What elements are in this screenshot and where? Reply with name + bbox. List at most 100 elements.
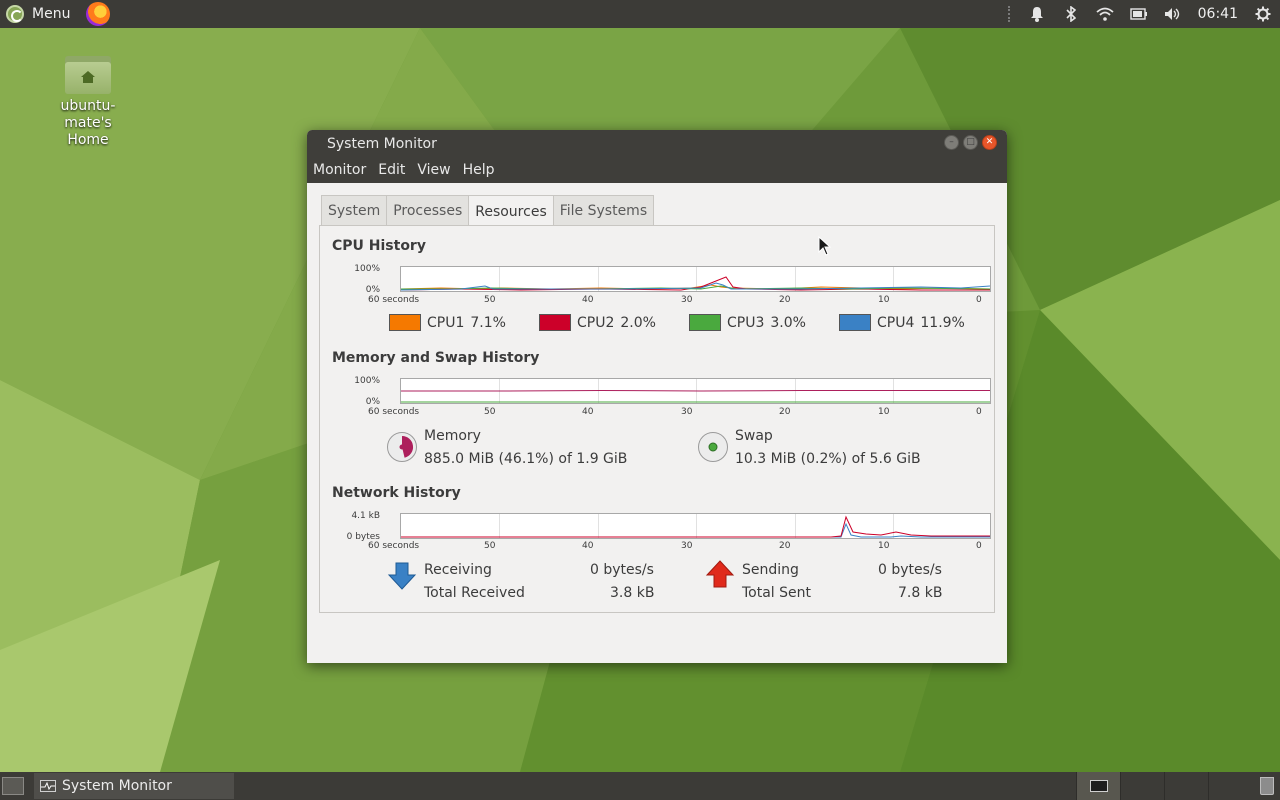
tab-system[interactable]: System xyxy=(321,195,388,226)
workspace-2[interactable] xyxy=(1120,772,1164,800)
firefox-icon[interactable] xyxy=(86,2,111,26)
cpu2-legend: CPU2 2.0% xyxy=(539,314,656,331)
cpu-x-label-50: 50 xyxy=(484,295,496,305)
cpu4-color-swatch[interactable] xyxy=(839,314,871,331)
memory-y-top-label: 100% xyxy=(354,376,380,386)
menu-view[interactable]: View xyxy=(411,162,456,178)
cpu3-value: 3.0% xyxy=(770,314,806,331)
network-x-label-50: 50 xyxy=(484,541,496,551)
menu-edit[interactable]: Edit xyxy=(372,162,411,178)
network-x-label-0: 0 xyxy=(976,541,982,551)
cpu3-name: CPU3 xyxy=(727,314,765,331)
memory-x-label-60: 60 seconds xyxy=(368,407,420,417)
maximize-button[interactable]: □ xyxy=(963,135,978,150)
memory-y-bottom-label: 0% xyxy=(365,397,380,407)
memory-pie-icon[interactable] xyxy=(387,432,417,462)
memory-value: 885.0 MiB (46.1%) of 1.9 GiB xyxy=(424,451,628,467)
resources-panel: CPU History 100% 0% 60 seconds 50 40 30 … xyxy=(319,225,995,613)
tab-processes[interactable]: Processes xyxy=(386,195,470,226)
workspace-4[interactable] xyxy=(1208,772,1252,800)
network-y-top-label: 4.1 kB xyxy=(351,511,380,521)
cpu2-color-swatch[interactable] xyxy=(539,314,571,331)
cpu1-value: 7.1% xyxy=(470,314,506,331)
clock[interactable]: 06:41 xyxy=(1190,6,1246,22)
workspace-1[interactable] xyxy=(1076,772,1120,800)
tab-resources[interactable]: Resources xyxy=(468,195,554,227)
sending-value: 0 bytes/s xyxy=(878,562,942,578)
cpu-x-label-20: 20 xyxy=(779,295,791,305)
close-button[interactable]: ✕ xyxy=(982,135,997,150)
window-titlebar[interactable]: System Monitor – □ ✕ xyxy=(307,130,1007,157)
cpu-history-title: CPU History xyxy=(332,238,426,254)
workspace-window-thumbnail xyxy=(1089,780,1108,792)
cpu3-legend: CPU3 3.0% xyxy=(689,314,806,331)
battery-icon[interactable] xyxy=(1122,0,1156,28)
receiving-value: 0 bytes/s xyxy=(590,562,654,578)
window-title: System Monitor xyxy=(327,135,437,152)
bluetooth-icon[interactable] xyxy=(1054,0,1088,28)
cpu3-color-swatch[interactable] xyxy=(689,314,721,331)
sending-label: Sending xyxy=(742,562,799,578)
tab-file-systems[interactable]: File Systems xyxy=(552,195,655,226)
memory-label: Memory xyxy=(424,428,481,444)
receiving-label: Receiving xyxy=(424,562,492,578)
home-folder-icon xyxy=(65,56,111,94)
memory-x-label-0: 0 xyxy=(976,407,982,417)
network-x-label-40: 40 xyxy=(582,541,594,551)
cpu-x-label-60: 60 seconds xyxy=(368,295,420,305)
download-arrow-icon[interactable] xyxy=(387,561,417,591)
menu-label: Menu xyxy=(32,6,71,22)
menu-monitor[interactable]: Monitor xyxy=(307,162,372,178)
system-monitor-app-icon xyxy=(40,780,56,792)
network-history-graph xyxy=(400,513,991,539)
total-received-value: 3.8 kB xyxy=(610,585,655,601)
tray-separator xyxy=(1007,6,1014,22)
cpu-x-label-0: 0 xyxy=(976,295,982,305)
notification-icon[interactable] xyxy=(1020,0,1054,28)
cpu-y-top-label: 100% xyxy=(354,264,380,274)
show-desktop-icon[interactable] xyxy=(2,777,24,795)
cpu1-color-swatch[interactable] xyxy=(389,314,421,331)
menu-help[interactable]: Help xyxy=(457,162,501,178)
cpu4-legend: CPU4 11.9% xyxy=(839,314,965,331)
total-sent-value: 7.8 kB xyxy=(898,585,943,601)
ubuntu-mate-logo-icon xyxy=(6,5,24,23)
upload-arrow-icon[interactable] xyxy=(705,559,735,589)
cpu-history-graph xyxy=(400,266,991,292)
memory-x-label-20: 20 xyxy=(779,407,791,417)
total-received-label: Total Received xyxy=(424,585,525,601)
volume-icon[interactable] xyxy=(1156,0,1190,28)
network-x-label-20: 20 xyxy=(779,541,791,551)
power-icon[interactable] xyxy=(1246,0,1280,28)
cpu-x-label-30: 30 xyxy=(681,295,693,305)
memory-history-title: Memory and Swap History xyxy=(332,350,540,366)
cpu-x-label-10: 10 xyxy=(878,295,890,305)
cpu2-value: 2.0% xyxy=(620,314,656,331)
swap-value: 10.3 MiB (0.2%) of 5.6 GiB xyxy=(735,451,921,467)
workspace-switcher xyxy=(1076,772,1252,800)
home-icon-label-line2: Home xyxy=(67,132,109,148)
window-controls: – □ ✕ xyxy=(944,135,997,150)
menu-bar: Monitor Edit View Help xyxy=(307,157,1007,183)
memory-x-label-50: 50 xyxy=(484,407,496,417)
mouse-pointer-icon xyxy=(818,235,832,256)
cpu-y-bottom-label: 0% xyxy=(365,285,380,295)
network-x-label-60: 60 seconds xyxy=(368,541,420,551)
swap-pie-icon[interactable] xyxy=(698,432,728,462)
home-folder-desktop-icon[interactable]: ubuntu-mate's Home xyxy=(38,56,138,149)
menu-button[interactable]: Menu xyxy=(0,0,76,28)
workspace-3[interactable] xyxy=(1164,772,1208,800)
minimize-button[interactable]: – xyxy=(944,135,959,150)
memory-x-label-40: 40 xyxy=(582,407,594,417)
tab-bar: System Processes Resources File Systems xyxy=(321,195,655,227)
network-x-label-10: 10 xyxy=(878,541,890,551)
memory-x-label-30: 30 xyxy=(681,407,693,417)
home-icon-label-line1: ubuntu-mate's xyxy=(60,98,116,131)
taskbar-item-system-monitor[interactable]: System Monitor xyxy=(34,773,234,799)
wifi-icon[interactable] xyxy=(1088,0,1122,28)
bottom-panel: System Monitor xyxy=(0,772,1280,800)
cpu-x-label-40: 40 xyxy=(582,295,594,305)
taskbar-item-label: System Monitor xyxy=(62,778,172,794)
trash-icon[interactable] xyxy=(1260,777,1274,795)
system-monitor-window: System Monitor – □ ✕ Monitor Edit View H… xyxy=(307,130,1007,663)
